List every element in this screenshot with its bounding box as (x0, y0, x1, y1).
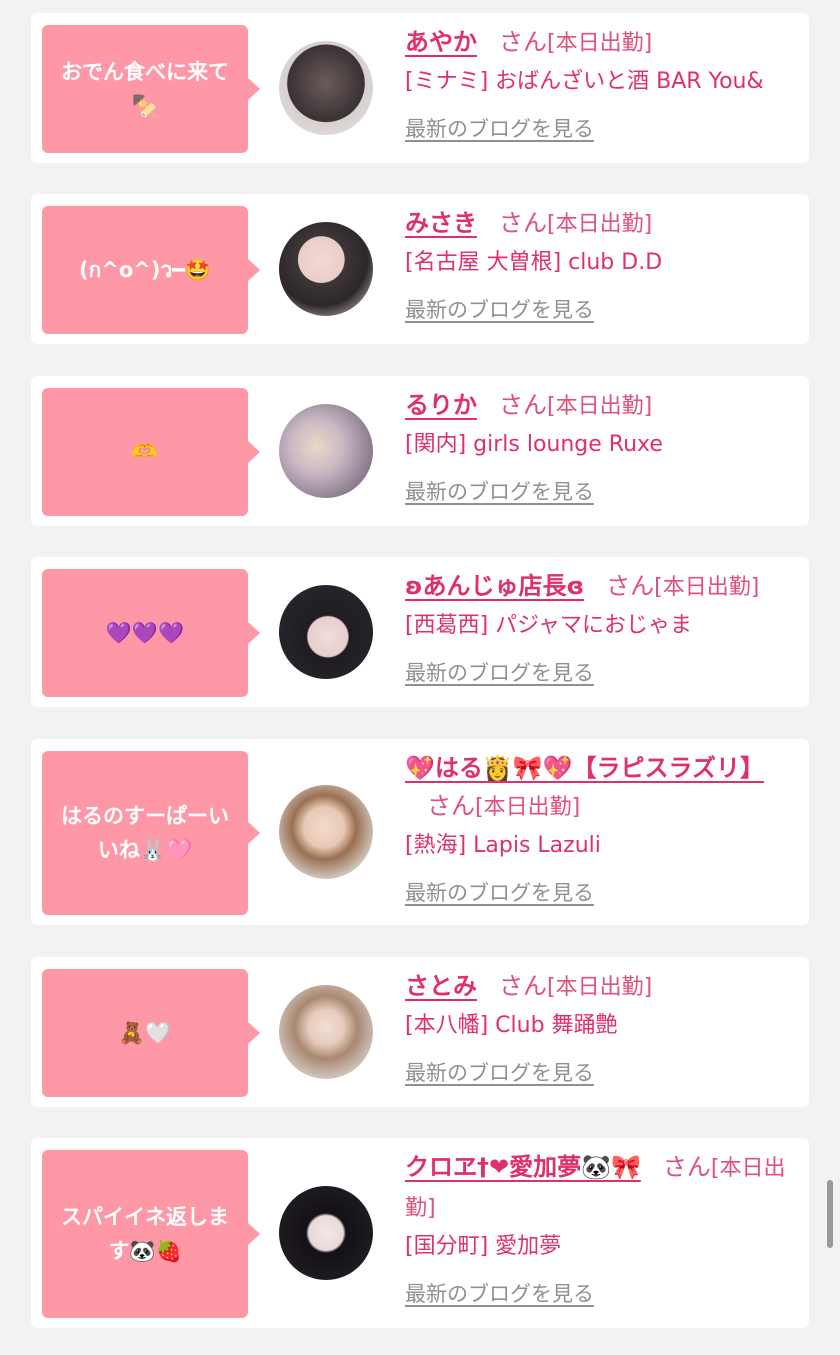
message-text: スパイイネ返します🐼🍓 (61, 1205, 229, 1263)
cast-card: はるのすーぱーいいね🐰🩷 💖はる👸🎀💖【ラピスラズリ】さん[本日出勤] [熱海]… (31, 739, 809, 925)
status-badge: [本日出勤] (547, 212, 653, 237)
avatar[interactable] (279, 222, 373, 316)
cast-name-link[interactable]: るりか (405, 391, 477, 419)
message-bubble: おでん食べに来て🍢 (42, 25, 260, 153)
cast-card: 🫶 るりか さん[本日出勤] [関内] girls lounge Ruxe 最新の… (31, 376, 809, 526)
blog-link[interactable]: 最新のブログを見る (405, 294, 594, 324)
message-bubble: (ก^o^)ว━🤩 (42, 206, 260, 334)
shop-name: [本八幡] Club 舞踊艶 (405, 1013, 618, 1038)
shop-name: [ミナミ] おばんざいと酒 BAR You& (405, 69, 764, 94)
status-badge: [本日出勤] (547, 31, 653, 56)
cast-name-link[interactable]: みさき (405, 209, 477, 237)
status-badge: [本日出勤] (654, 575, 760, 600)
cast-card: 🧸🤍 さとみ さん[本日出勤] [本八幡] Club 舞踊艶 最新のブログを見る (31, 957, 809, 1107)
status-badge: [本日出勤] (547, 975, 653, 1000)
message-text: はるのすーぱーいいね🐰🩷 (61, 804, 229, 862)
message-bubble: 💜💜💜 (42, 569, 260, 697)
honorific: さん (499, 391, 547, 419)
cast-name-link[interactable]: 💖はる👸🎀💖【ラピスラズリ】 (405, 754, 764, 782)
status-badge: [本日出勤] (475, 795, 581, 820)
message-text: 💜💜💜 (105, 621, 185, 645)
status-badge: [本日出勤] (547, 394, 653, 419)
honorific: さん (499, 209, 547, 237)
message-bubble: 🧸🤍 (42, 969, 260, 1097)
shop-name: [名古屋 大曽根] club D.D (405, 250, 663, 275)
honorific: さん (499, 28, 547, 56)
avatar[interactable] (279, 1186, 373, 1280)
blog-link[interactable]: 最新のブログを見る (405, 476, 594, 506)
cast-card: 💜💜💜 ʚあんじゅ店長ɞ さん[本日出勤] [西葛西] パジャマにおじゃま 最新の… (31, 557, 809, 707)
cast-name-link[interactable]: ʚあんじゅ店長ɞ (405, 572, 584, 600)
message-bubble: 🫶 (42, 388, 260, 516)
blog-link[interactable]: 最新のブログを見る (405, 657, 594, 687)
blog-link[interactable]: 最新のブログを見る (405, 1278, 594, 1308)
message-text: おでん食べに来て🍢 (61, 60, 229, 118)
cast-card: おでん食べに来て🍢 あやか さん[本日出勤] [ミナミ] おばんざいと酒 BAR … (31, 13, 809, 163)
cast-name-link[interactable]: あやか (405, 28, 477, 56)
honorific: さん (499, 972, 547, 1000)
message-text: 🧸🤍 (118, 1021, 172, 1045)
cast-name-link[interactable]: さとみ (405, 972, 477, 1000)
message-text: 🫶 (131, 440, 159, 464)
cast-name-link[interactable]: クロヱ†❤愛加夢🐼🎀 (405, 1153, 641, 1181)
avatar[interactable] (279, 404, 373, 498)
avatar[interactable] (279, 41, 373, 135)
message-bubble: スパイイネ返します🐼🍓 (42, 1150, 260, 1318)
blog-link[interactable]: 最新のブログを見る (405, 877, 594, 907)
message-text: (ก^o^)ว━🤩 (78, 258, 212, 282)
honorific: さん (606, 572, 655, 600)
avatar[interactable] (279, 985, 373, 1079)
shop-name: [関内] girls lounge Ruxe (405, 432, 663, 457)
shop-name: [国分町] 愛加夢 (405, 1234, 562, 1259)
honorific: さん (427, 792, 475, 820)
avatar[interactable] (279, 785, 373, 879)
shop-name: [熱海] Lapis Lazuli (405, 833, 601, 858)
blog-link[interactable]: 最新のブログを見る (405, 1057, 594, 1087)
cast-card: (ก^o^)ว━🤩 みさき さん[本日出勤] [名古屋 大曽根] club D.D… (31, 194, 809, 344)
honorific: さん (662, 1153, 711, 1181)
shop-name: [西葛西] パジャマにおじゃま (405, 613, 693, 638)
blog-link[interactable]: 最新のブログを見る (405, 113, 594, 143)
avatar[interactable] (279, 585, 373, 679)
message-bubble: はるのすーぱーいいね🐰🩷 (42, 751, 260, 915)
cast-card: スパイイネ返します🐼🍓 クロヱ†❤愛加夢🐼🎀 さん[本日出勤] [国分町] 愛加夢… (31, 1138, 809, 1328)
scrollbar[interactable] (827, 1180, 833, 1248)
